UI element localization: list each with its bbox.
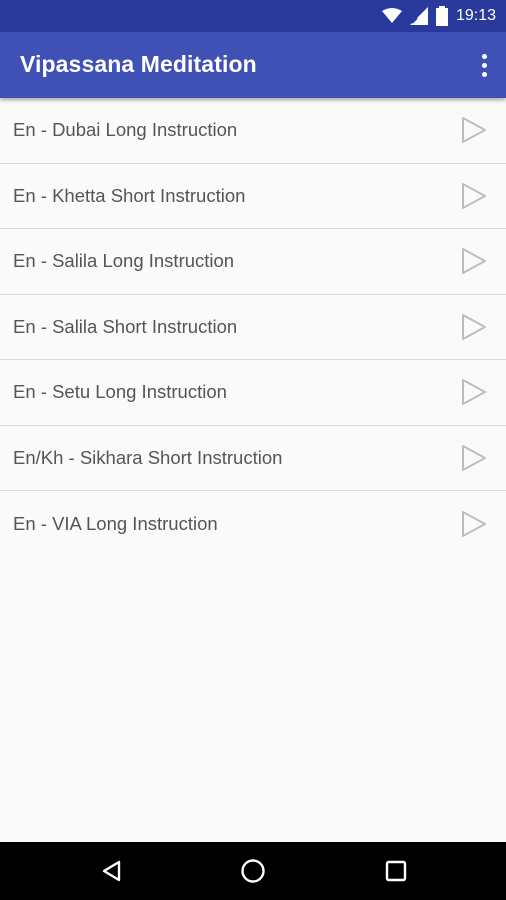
home-button[interactable] bbox=[223, 842, 283, 900]
list-item-label: En - Khetta Short Instruction bbox=[13, 184, 246, 206]
list-item[interactable]: En - VIA Long Instruction bbox=[0, 491, 506, 557]
signal-icon bbox=[409, 7, 428, 25]
back-button[interactable] bbox=[82, 842, 142, 900]
list-item[interactable]: En - Salila Long Instruction bbox=[0, 229, 506, 295]
status-time: 19:13 bbox=[455, 7, 496, 24]
list-item[interactable]: En - Khetta Short Instruction bbox=[0, 164, 506, 229]
recents-icon bbox=[385, 860, 407, 882]
play-icon[interactable] bbox=[460, 313, 488, 341]
navigation-bar bbox=[0, 842, 506, 900]
play-icon[interactable] bbox=[460, 378, 488, 406]
play-icon[interactable] bbox=[460, 247, 488, 275]
menu-dot bbox=[481, 53, 487, 59]
battery-icon bbox=[435, 6, 448, 26]
status-icons: 19:13 bbox=[381, 0, 496, 32]
play-icon[interactable] bbox=[460, 444, 488, 472]
instruction-list: En - Dubai Long Instruction En - Khetta … bbox=[0, 98, 506, 557]
menu-dot bbox=[481, 62, 487, 68]
list-item[interactable]: En - Setu Long Instruction bbox=[0, 360, 506, 426]
play-icon[interactable] bbox=[460, 510, 488, 538]
list-item-label: En - Salila Short Instruction bbox=[13, 315, 238, 337]
wifi-icon bbox=[381, 8, 402, 23]
page-title: Vipassana Meditation bbox=[20, 51, 257, 77]
status-bar: 19:13 bbox=[0, 0, 506, 32]
app-bar: Vipassana Meditation bbox=[0, 32, 506, 98]
list-item-label: En - Setu Long Instruction bbox=[13, 381, 227, 403]
list-item-label: En - VIA Long Instruction bbox=[13, 512, 218, 534]
home-icon bbox=[241, 859, 265, 883]
list-item[interactable]: En - Salila Short Instruction bbox=[0, 295, 506, 360]
play-icon[interactable] bbox=[460, 182, 488, 210]
menu-dot bbox=[481, 71, 487, 77]
play-icon[interactable] bbox=[460, 116, 488, 144]
back-icon bbox=[102, 860, 121, 882]
list-item[interactable]: En - Dubai Long Instruction bbox=[0, 98, 506, 164]
list-item-label: En/Kh - Sikhara Short Instruction bbox=[13, 446, 283, 468]
more-vert-icon[interactable] bbox=[474, 50, 494, 80]
list-item-label: En - Dubai Long Instruction bbox=[13, 119, 238, 141]
recents-button[interactable] bbox=[366, 842, 426, 900]
list-item-label: En - Salila Long Instruction bbox=[13, 250, 235, 272]
list-item[interactable]: En/Kh - Sikhara Short Instruction bbox=[0, 426, 506, 491]
